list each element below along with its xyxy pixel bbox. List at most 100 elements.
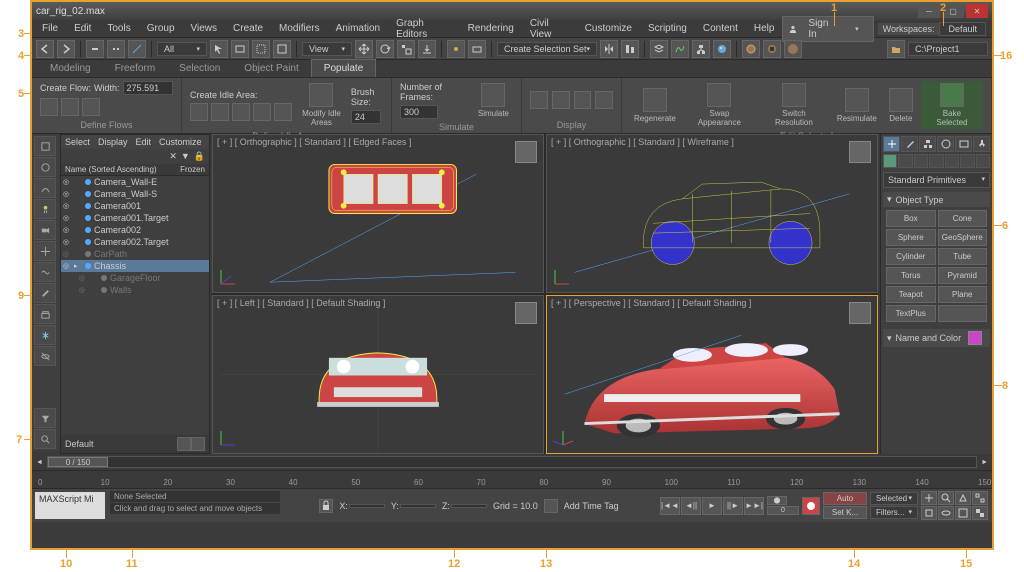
coord-z[interactable]	[451, 504, 487, 508]
ribbontab-freeform[interactable]: Freeform	[103, 60, 168, 77]
select-region-button[interactable]	[252, 40, 270, 58]
cmd-category-dropdown[interactable]: Standard Primitives▾	[883, 172, 990, 188]
viewcube-icon[interactable]	[849, 141, 871, 163]
bake-icon[interactable]	[940, 83, 964, 107]
se-icon-geometry[interactable]	[34, 157, 56, 177]
selection-set-dropdown[interactable]: Create Selection Set	[497, 42, 597, 56]
se-tab-display[interactable]: Display	[98, 137, 128, 147]
rollout-objecttype[interactable]: ▾Object Type	[883, 192, 990, 207]
se-icon-filter[interactable]	[34, 408, 56, 428]
maximize-button[interactable]: ▢	[942, 4, 964, 18]
nav-maximize-icon[interactable]	[955, 506, 971, 520]
display-icon-3[interactable]	[574, 91, 592, 109]
lock-selection-icon[interactable]	[319, 499, 333, 513]
menu-edit[interactable]: Edit	[66, 23, 99, 34]
flow-icon-3[interactable]	[82, 98, 100, 116]
link-button[interactable]	[86, 40, 104, 58]
menu-file[interactable]: File	[34, 23, 66, 34]
menu-grapheditors[interactable]: Graph Editors	[388, 18, 460, 40]
ribbontab-modeling[interactable]: Modeling	[38, 60, 103, 77]
se-frozen-header[interactable]: Frozen	[180, 165, 205, 174]
cmd-sub-helpers[interactable]	[945, 154, 959, 168]
signin-button[interactable]: Sign In ▾	[782, 16, 873, 42]
timeslider-left-icon[interactable]: ◄	[36, 459, 43, 466]
scene-item[interactable]: ◎▸Chassis	[61, 260, 209, 272]
placement-button[interactable]	[418, 40, 436, 58]
se-icon-display[interactable]	[34, 136, 56, 156]
menu-scripting[interactable]: Scripting	[640, 23, 695, 34]
se-layer-default[interactable]: Default	[65, 439, 177, 449]
se-close-icon[interactable]: ✕	[169, 151, 177, 162]
render-frame-button[interactable]	[763, 40, 781, 58]
primitive-torus[interactable]: Torus	[886, 267, 936, 284]
viewcube-icon[interactable]	[849, 302, 871, 324]
scene-item[interactable]: ◎CarPath	[61, 248, 209, 260]
mirror-button[interactable]	[600, 40, 618, 58]
primitive-plane[interactable]: Plane	[938, 286, 988, 303]
add-time-tag[interactable]: Add Time Tag	[564, 501, 619, 511]
se-footer-icon-2[interactable]	[191, 437, 205, 451]
cmd-sub-space[interactable]	[960, 154, 974, 168]
modify-idle-icon[interactable]	[309, 83, 333, 107]
move-button[interactable]	[355, 40, 373, 58]
minimize-button[interactable]: ─	[918, 4, 940, 18]
play-button[interactable]: ►	[702, 497, 722, 515]
scene-item[interactable]: ◎Camera_Wall-E	[61, 176, 209, 188]
cmd-tab-create[interactable]	[883, 136, 900, 152]
frames-input[interactable]	[400, 105, 438, 119]
time-thumb[interactable]: 0 / 150	[48, 457, 108, 467]
se-filter-icon[interactable]: ▼	[181, 151, 190, 162]
simulate-icon[interactable]	[481, 83, 505, 107]
cmd-tab-motion[interactable]	[937, 136, 954, 152]
viewcube-icon[interactable]	[515, 302, 537, 324]
nav-zoom-icon[interactable]	[938, 491, 954, 505]
scene-item[interactable]: ◎GarageFloor	[61, 272, 209, 284]
cmd-sub-geometry[interactable]	[883, 154, 897, 168]
keyboard-shortcut-button[interactable]	[468, 40, 486, 58]
se-icon-shapes[interactable]	[34, 178, 56, 198]
nav-minmax-icon[interactable]	[972, 506, 988, 520]
nav-fov-icon[interactable]	[955, 491, 971, 505]
time-ruler[interactable]: 0102030405060708090100110120130140150	[32, 470, 992, 488]
bind-button[interactable]	[128, 40, 146, 58]
cmd-sub-cameras[interactable]	[929, 154, 943, 168]
se-tab-edit[interactable]: Edit	[136, 137, 152, 147]
se-lock-icon[interactable]: 🔒	[194, 151, 205, 162]
switch-icon[interactable]	[782, 83, 806, 107]
menu-group[interactable]: Group	[139, 23, 183, 34]
ribbontab-populate[interactable]: Populate	[311, 59, 376, 77]
menu-create[interactable]: Create	[225, 23, 271, 34]
idle-icon-1[interactable]	[190, 103, 208, 121]
select-name-button[interactable]	[231, 40, 249, 58]
curve-editor-button[interactable]	[671, 40, 689, 58]
time-slider[interactable]: ◄ 0 / 150 ►	[32, 454, 992, 470]
scene-item[interactable]: ◎Walls	[61, 284, 209, 296]
cmd-sub-shapes[interactable]	[898, 154, 912, 168]
viewcube-icon[interactable]	[515, 141, 537, 163]
menu-help[interactable]: Help	[746, 23, 783, 34]
autokey-toggle[interactable]	[802, 497, 820, 515]
ref-coord-dropdown[interactable]: View	[302, 42, 352, 56]
idle-icon-5[interactable]	[274, 103, 292, 121]
se-icon-lights[interactable]	[34, 199, 56, 219]
delete-icon[interactable]	[889, 88, 913, 112]
prev-frame-button[interactable]: ◄||	[681, 497, 701, 515]
primitive-cone[interactable]: Cone	[938, 210, 988, 227]
goto-end-button[interactable]: ►►|	[744, 497, 764, 515]
se-footer-icon-1[interactable]	[177, 437, 191, 451]
ribbontab-objectpaint[interactable]: Object Paint	[232, 60, 310, 77]
se-icon-hidden[interactable]	[34, 346, 56, 366]
material-button[interactable]	[713, 40, 731, 58]
undo-button[interactable]	[36, 40, 54, 58]
cmd-sub-lights[interactable]	[914, 154, 928, 168]
render-button[interactable]	[784, 40, 802, 58]
primitive-tube[interactable]: Tube	[938, 248, 988, 265]
project-path-field[interactable]: C:\Project1	[908, 42, 988, 56]
layer-button[interactable]	[650, 40, 668, 58]
idle-icon-2[interactable]	[211, 103, 229, 121]
rotate-button[interactable]	[376, 40, 394, 58]
idle-icon-4[interactable]	[253, 103, 271, 121]
cmd-sub-systems[interactable]	[976, 154, 990, 168]
next-frame-button[interactable]: ||►	[723, 497, 743, 515]
brush-size-input[interactable]	[351, 110, 381, 124]
